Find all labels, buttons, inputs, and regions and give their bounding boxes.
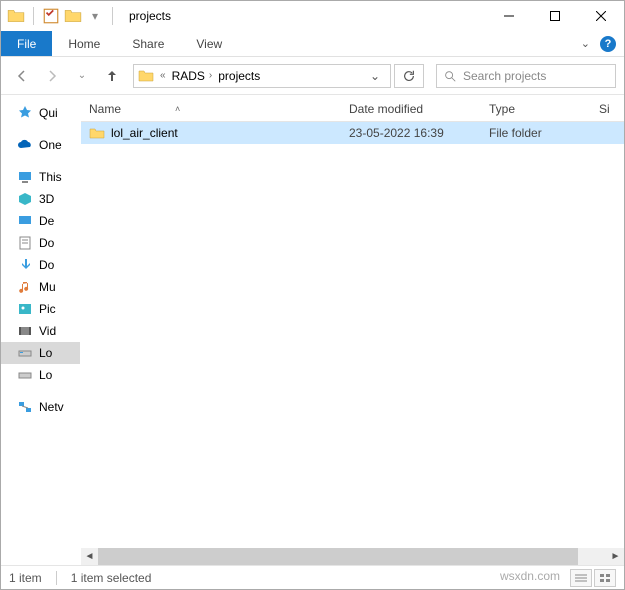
status-separator: [56, 571, 57, 585]
minimize-button[interactable]: [486, 1, 532, 31]
search-placeholder: Search projects: [463, 69, 546, 83]
tree-onedrive[interactable]: One: [1, 134, 80, 156]
tree-music[interactable]: Mu: [1, 276, 80, 298]
view-large-button[interactable]: [594, 569, 616, 587]
address-folder-icon: [138, 68, 154, 84]
maximize-button[interactable]: [532, 1, 578, 31]
up-button[interactable]: [99, 63, 125, 89]
drive-icon: [17, 367, 33, 383]
search-icon: [443, 69, 457, 83]
tree-local-disk-2[interactable]: Lo: [1, 364, 80, 386]
folder-icon: [89, 125, 105, 141]
col-name[interactable]: Name ˄: [81, 102, 341, 116]
tree-pictures[interactable]: Pic: [1, 298, 80, 320]
qat-dropdown-icon[interactable]: ▾: [86, 7, 104, 25]
help-icon[interactable]: ?: [600, 36, 616, 52]
refresh-button[interactable]: [394, 64, 424, 88]
folder-icon: [7, 7, 25, 25]
col-date[interactable]: Date modified: [341, 102, 481, 116]
tree-downloads[interactable]: Do: [1, 254, 80, 276]
ribbon-chevron-icon[interactable]: ⌄: [581, 37, 590, 50]
col-size[interactable]: Si: [591, 102, 624, 116]
tab-file[interactable]: File: [1, 31, 52, 56]
crumb-prefix-chevron[interactable]: «: [158, 70, 168, 81]
pc-icon: [17, 169, 33, 185]
properties-icon[interactable]: [42, 7, 60, 25]
tab-view[interactable]: View: [180, 31, 238, 56]
nav-tree: Qui One This 3D De Do Do Mu: [1, 96, 81, 565]
file-list-pane: Name ˄ Date modified Type Si lol_air_cli…: [81, 96, 624, 565]
titlebar: ▾ projects: [1, 1, 624, 31]
network-icon: [17, 399, 33, 415]
tree-this-pc[interactable]: This: [1, 166, 80, 188]
tab-share[interactable]: Share: [116, 31, 180, 56]
title-separator: [112, 7, 113, 25]
view-details-button[interactable]: [570, 569, 592, 587]
search-input[interactable]: Search projects: [436, 64, 616, 88]
forward-button[interactable]: [39, 63, 65, 89]
tree-documents[interactable]: Do: [1, 232, 80, 254]
music-icon: [17, 279, 33, 295]
document-icon: [17, 235, 33, 251]
file-name: lol_air_client: [111, 126, 178, 140]
ribbon: File Home Share View ⌄ ?: [1, 31, 624, 57]
sort-asc-icon: ˄: [175, 104, 180, 114]
download-icon: [17, 257, 33, 273]
tree-network[interactable]: Netv: [1, 396, 80, 418]
tree-local-disk[interactable]: Lo: [1, 342, 80, 364]
cube-icon: [17, 191, 33, 207]
watermark: wsxdn.com: [500, 569, 560, 587]
tree-quick-access[interactable]: Qui: [1, 102, 80, 124]
window-title: projects: [129, 9, 171, 23]
picture-icon: [17, 301, 33, 317]
status-selection: 1 item selected: [71, 571, 152, 585]
drive-icon: [17, 345, 33, 361]
scroll-right-icon[interactable]: ►: [607, 548, 624, 565]
file-date: 23-05-2022 16:39: [341, 126, 481, 140]
table-row[interactable]: lol_air_client 23-05-2022 16:39 File fol…: [81, 122, 624, 144]
desktop-icon: [17, 213, 33, 229]
folder-icon-small: [64, 7, 82, 25]
recent-dropdown[interactable]: ⌄: [69, 63, 95, 89]
scroll-thumb[interactable]: [98, 548, 578, 565]
column-headers: Name ˄ Date modified Type Si: [81, 96, 624, 122]
address-bar[interactable]: « RADS› projects ⌄: [133, 64, 391, 88]
status-bar: 1 item 1 item selected wsxdn.com: [1, 565, 624, 589]
crumb-projects[interactable]: projects: [218, 69, 260, 83]
horizontal-scrollbar[interactable]: ◄ ►: [81, 548, 624, 565]
qat-separator: [33, 7, 34, 25]
tab-home[interactable]: Home: [52, 31, 116, 56]
status-count: 1 item: [9, 571, 42, 585]
crumb-rads[interactable]: RADS›: [172, 69, 215, 83]
video-icon: [17, 323, 33, 339]
cloud-icon: [17, 137, 33, 153]
tree-3d[interactable]: 3D: [1, 188, 80, 210]
star-icon: [17, 105, 33, 121]
back-button[interactable]: [9, 63, 35, 89]
close-button[interactable]: [578, 1, 624, 31]
col-type[interactable]: Type: [481, 102, 591, 116]
scroll-left-icon[interactable]: ◄: [81, 548, 98, 565]
address-dropdown-icon[interactable]: ⌄: [364, 69, 386, 83]
tree-desktop[interactable]: De: [1, 210, 80, 232]
tree-videos[interactable]: Vid: [1, 320, 80, 342]
file-type: File folder: [481, 126, 591, 140]
nav-row: ⌄ « RADS› projects ⌄ Search projects: [1, 57, 624, 95]
